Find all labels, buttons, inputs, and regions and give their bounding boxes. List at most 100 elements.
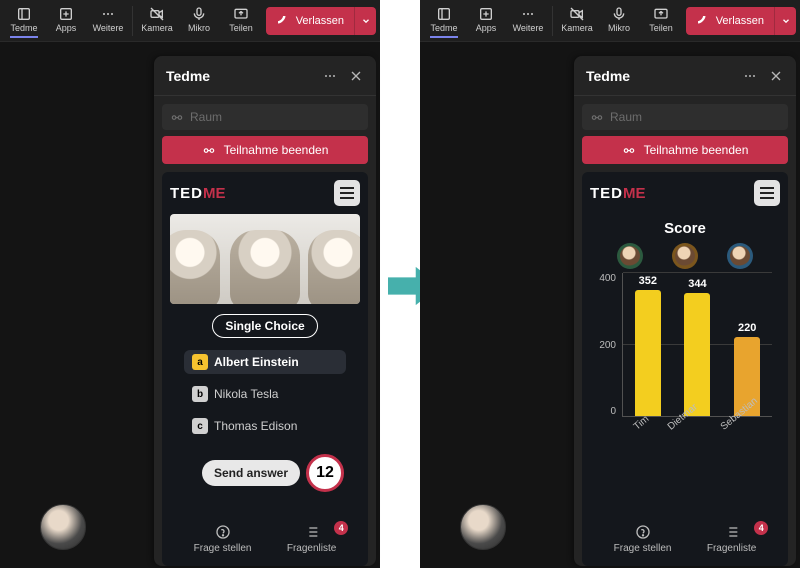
tedme-menu-button[interactable] [754, 180, 780, 206]
toolbar-label: Apps [476, 23, 497, 33]
panel-more-icon[interactable] [322, 68, 338, 84]
chevron-down-icon [781, 16, 791, 26]
y-tick-label: 0 [594, 406, 616, 417]
tedme-bottom-tabs: Frage stellen Fragenliste 4 [590, 516, 780, 558]
score-bar-chart: 4002000 352344220 TimDietmarSebastian [594, 273, 776, 443]
tab-question-list[interactable]: Fragenliste 4 [707, 524, 756, 554]
leave-button[interactable]: Verlassen [686, 7, 774, 35]
answer-option-b[interactable]: b Nikola Tesla [184, 382, 346, 406]
panel-more-icon[interactable] [742, 68, 758, 84]
leave-button-group: Verlassen [266, 7, 376, 35]
mic-icon [611, 6, 627, 22]
toolbar-label: Tedme [430, 23, 457, 33]
bar-group: 352 [625, 273, 670, 416]
tedme-menu-button[interactable] [334, 180, 360, 206]
leave-button[interactable]: Verlassen [266, 7, 354, 35]
toolbar-item-more[interactable]: Weitere [508, 6, 548, 35]
end-participation-button[interactable]: Teilnahme beenden [582, 136, 788, 164]
tedme-card-score: TEDME Score 4002000 352344220 TimDietmar… [582, 172, 788, 566]
toolbar-item-more[interactable]: Weitere [88, 6, 128, 35]
countdown-timer: 12 [306, 454, 344, 492]
question-image [170, 214, 360, 304]
glasses-icon [622, 143, 636, 157]
ellipsis-icon [100, 6, 116, 22]
toolbar-item-mic[interactable]: Mikro [599, 6, 639, 35]
toolbar-label: Teilen [649, 23, 673, 33]
x-tick-label: Tim [632, 414, 661, 444]
toolbar-item-tedme[interactable]: Tedme [424, 6, 464, 35]
panel-icon [16, 6, 32, 22]
toolbar-label: Kamera [141, 23, 173, 33]
tedme-panel: Tedme Raum Teilnahme beenden [154, 56, 376, 566]
toolbar-label: Mikro [608, 23, 630, 33]
room-field[interactable]: Raum [582, 104, 788, 130]
teams-window-quiz: Tedme Apps Weitere Kamera Mikro Teilen [0, 0, 380, 568]
camera-off-icon [569, 6, 585, 22]
glasses-icon [170, 110, 184, 124]
answer-letter: c [192, 418, 208, 434]
toolbar-item-share[interactable]: Teilen [221, 6, 261, 35]
answer-option-a[interactable]: a Albert Einstein [184, 350, 346, 374]
tab-question-list[interactable]: Fragenliste 4 [287, 524, 336, 554]
toolbar-item-share[interactable]: Teilen [641, 6, 681, 35]
list-count-badge: 4 [754, 521, 768, 535]
leave-dropdown[interactable] [774, 7, 796, 35]
toolbar-label: Kamera [561, 23, 593, 33]
tab-ask-question[interactable]: Frage stellen [614, 524, 672, 554]
tab-label: Fragenliste [287, 543, 336, 554]
toolbar-item-mic[interactable]: Mikro [179, 6, 219, 35]
list-count-badge: 4 [334, 521, 348, 535]
leave-dropdown[interactable] [354, 7, 376, 35]
send-answer-button[interactable]: Send answer [202, 460, 300, 486]
player-avatar [727, 243, 753, 269]
panel-title: Tedme [586, 68, 630, 84]
plus-square-icon [478, 6, 494, 22]
meeting-toolbar: Tedme Apps Weitere Kamera Mikro Teilen [420, 0, 800, 42]
panel-close-icon[interactable] [348, 68, 364, 84]
hangup-icon [276, 14, 290, 28]
panel-header: Tedme [574, 56, 796, 96]
score-title: Score [590, 220, 780, 237]
list-icon [304, 524, 320, 540]
glasses-icon [202, 143, 216, 157]
share-screen-icon [653, 6, 669, 22]
end-participation-button[interactable]: Teilnahme beenden [162, 136, 368, 164]
tedme-bottom-tabs: Frage stellen Fragenliste 4 [170, 516, 360, 558]
toolbar-label: Apps [56, 23, 77, 33]
toolbar-label: Teilen [229, 23, 253, 33]
y-tick-label: 200 [594, 340, 616, 351]
room-field[interactable]: Raum [162, 104, 368, 130]
panel-close-icon[interactable] [768, 68, 784, 84]
toolbar-item-apps[interactable]: Apps [466, 6, 506, 35]
ellipsis-icon [520, 6, 536, 22]
toolbar-item-apps[interactable]: Apps [46, 6, 86, 35]
question-type-pill: Single Choice [212, 314, 317, 338]
bar-value-label: 220 [738, 322, 756, 334]
end-participation-label: Teilnahme beenden [224, 143, 329, 157]
answer-option-c[interactable]: c Thomas Edison [184, 414, 346, 438]
player-avatar [672, 243, 698, 269]
camera-off-icon [149, 6, 165, 22]
bar [684, 293, 710, 416]
toolbar-item-camera[interactable]: Kamera [557, 6, 597, 35]
help-circle-icon [215, 524, 231, 540]
toolbar-item-camera[interactable]: Kamera [137, 6, 177, 35]
plus-square-icon [58, 6, 74, 22]
answer-text: Albert Einstein [214, 355, 299, 369]
answer-letter: b [192, 386, 208, 402]
panel-icon [436, 6, 452, 22]
participant-avatar[interactable] [40, 504, 86, 550]
toolbar-divider [132, 6, 133, 36]
player-avatar [617, 243, 643, 269]
panel-header: Tedme [154, 56, 376, 96]
participant-avatar[interactable] [460, 504, 506, 550]
mic-icon [191, 6, 207, 22]
player-avatars [590, 243, 780, 269]
toolbar-item-tedme[interactable]: Tedme [4, 6, 44, 35]
leave-label: Verlassen [296, 15, 344, 27]
tedme-panel: Tedme Raum Teilnahme beenden [574, 56, 796, 566]
toolbar-label: Tedme [10, 23, 37, 33]
tab-label: Frage stellen [194, 543, 252, 554]
tab-ask-question[interactable]: Frage stellen [194, 524, 252, 554]
tedme-card-quiz: TEDME Single Choice a Albert Einstein b … [162, 172, 368, 566]
